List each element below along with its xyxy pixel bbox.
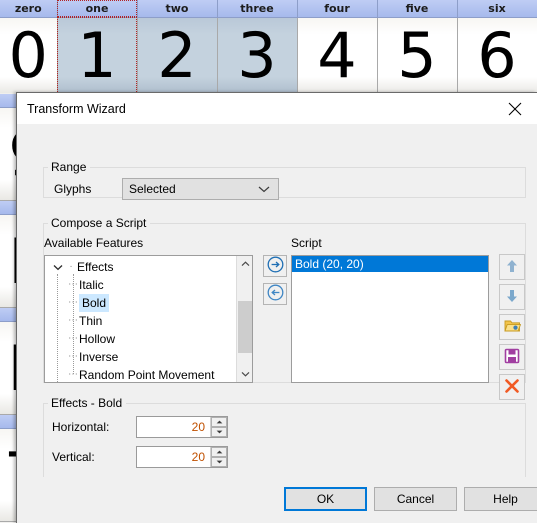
- glyphs-label: Glyphs: [54, 182, 92, 196]
- stepper-up-icon[interactable]: [211, 417, 227, 427]
- column-header-one[interactable]: one: [57, 0, 138, 18]
- column-header-row: zero one two three four five six: [0, 0, 537, 18]
- glyph-cell-5[interactable]: 5: [377, 17, 458, 95]
- row-header-K[interactable]: K: [0, 308, 16, 322]
- folder-open-icon: [503, 318, 521, 336]
- tree-item-label: Effects: [77, 260, 114, 274]
- vertical-stepper-buttons: [210, 447, 227, 467]
- glyph-cell-E[interactable]: E: [0, 215, 16, 308]
- tree-guide-line-child: [73, 274, 74, 374]
- tree-connector: ·: [69, 261, 73, 272]
- tree-item-label: Thin: [79, 314, 103, 328]
- chevron-down-icon[interactable]: [51, 264, 65, 271]
- tree-guide-line: [57, 274, 58, 382]
- dialog-title: Transform Wizard: [27, 101, 126, 116]
- effects-bold-legend: Effects - Bold: [51, 396, 123, 410]
- vertical-label: Vertical:: [52, 450, 95, 464]
- transfer-buttons: [263, 255, 287, 311]
- dialog-body: Range Glyphs Selected Compose a Script A…: [17, 124, 537, 523]
- cancel-button[interactable]: Cancel: [374, 487, 457, 511]
- script-list[interactable]: Bold (20, 20): [291, 255, 489, 383]
- glyph-grid-left-sliver: nine 9 E E K K T T: [0, 94, 16, 523]
- row-header-nine[interactable]: nine: [0, 94, 16, 108]
- tree-item-label: Bold: [79, 294, 110, 312]
- script-list-label: Script: [291, 236, 322, 250]
- glyph-cell-3[interactable]: 3: [217, 17, 298, 95]
- arrow-down-icon: [504, 288, 520, 307]
- move-up-button[interactable]: [499, 254, 525, 280]
- add-to-script-button[interactable]: [263, 255, 287, 277]
- stepper-down-icon[interactable]: [211, 457, 227, 467]
- scroll-thumb[interactable]: [238, 301, 252, 353]
- dialog-footer: OK Cancel Help: [17, 477, 537, 523]
- horizontal-stepper-buttons: [210, 417, 227, 437]
- glyphs-select[interactable]: Selected: [122, 178, 279, 200]
- x-delete-icon: [504, 378, 520, 397]
- tree-item-label: Inverse: [79, 350, 119, 364]
- glyph-cell-2[interactable]: 2: [137, 17, 218, 95]
- help-button[interactable]: Help: [464, 487, 537, 511]
- chevron-down-icon: [258, 182, 270, 196]
- horizontal-stepper[interactable]: 20: [136, 416, 228, 438]
- glyph-grid-table: zero one two three four five six 0 1 2 3…: [0, 0, 537, 95]
- ok-button[interactable]: OK: [284, 487, 367, 511]
- row-header-E[interactable]: E: [0, 201, 16, 215]
- column-header-three[interactable]: three: [217, 0, 298, 18]
- tree-item-effects[interactable]: · Effects: [45, 258, 252, 276]
- tree-item-label: Random Point Movement: [79, 368, 215, 382]
- arrow-up-icon: [504, 258, 520, 277]
- scroll-up-icon[interactable]: [237, 256, 252, 272]
- vertical-stepper[interactable]: 20: [136, 446, 228, 468]
- script-action-buttons: [499, 254, 525, 404]
- glyph-cell-1[interactable]: 1: [57, 17, 138, 95]
- stepper-up-icon[interactable]: [211, 447, 227, 457]
- transform-wizard-dialog: Transform Wizard Range Glyphs Selected C…: [16, 92, 537, 523]
- range-group: Range Glyphs Selected: [43, 160, 526, 200]
- dialog-titlebar[interactable]: Transform Wizard: [17, 93, 537, 124]
- column-header-two[interactable]: two: [137, 0, 218, 18]
- glyph-cell-K[interactable]: K: [0, 322, 16, 415]
- move-down-button[interactable]: [499, 284, 525, 310]
- glyph-cell-6[interactable]: 6: [457, 17, 537, 95]
- vertical-value[interactable]: 20: [137, 450, 210, 464]
- horizontal-value[interactable]: 20: [137, 420, 210, 434]
- glyph-cell-T[interactable]: T: [0, 429, 16, 522]
- horizontal-label: Horizontal:: [52, 420, 110, 434]
- tree-item-italic[interactable]: ⋯ Italic: [45, 276, 252, 294]
- row-header-T[interactable]: T: [0, 415, 16, 429]
- tree-item-hollow[interactable]: ⋯ Hollow: [45, 330, 252, 348]
- glyph-cell-4[interactable]: 4: [297, 17, 378, 95]
- column-header-zero[interactable]: zero: [0, 0, 58, 18]
- tree-item-thin[interactable]: ⋯ Thin: [45, 312, 252, 330]
- tree-items: · Effects ⋯ Italic ⋯ Bold ⋯ Thin ⋯ Hollo…: [45, 256, 252, 382]
- glyphs-select-value: Selected: [129, 182, 176, 196]
- arrow-circle-left-icon: [267, 284, 284, 304]
- glyph-row: 0 1 2 3 4 5 6: [0, 17, 537, 95]
- script-list-item[interactable]: Bold (20, 20): [292, 256, 488, 272]
- arrow-circle-right-icon: [267, 256, 284, 276]
- tree-item-inverse[interactable]: ⋯ Inverse: [45, 348, 252, 366]
- column-header-four[interactable]: four: [297, 0, 378, 18]
- scroll-down-icon[interactable]: [237, 366, 252, 382]
- tree-item-label: Italic: [79, 278, 104, 292]
- tree-item-bold[interactable]: ⋯ Bold: [45, 294, 252, 312]
- glyph-cell-nine[interactable]: 9: [0, 108, 16, 201]
- open-script-button[interactable]: [499, 314, 525, 340]
- compose-script-group: Compose a Script Available Features Scri…: [43, 216, 526, 400]
- floppy-save-icon: [504, 348, 520, 367]
- range-legend: Range: [51, 160, 87, 174]
- tree-scrollbar[interactable]: [236, 256, 252, 382]
- glyph-cell-0[interactable]: 0: [0, 17, 58, 95]
- compose-script-legend: Compose a Script: [51, 216, 147, 230]
- column-header-six[interactable]: six: [457, 0, 537, 18]
- remove-from-script-button[interactable]: [263, 283, 287, 305]
- column-header-five[interactable]: five: [377, 0, 458, 18]
- stepper-down-icon[interactable]: [211, 427, 227, 437]
- tree-item-random-point-movement[interactable]: ⋯ Random Point Movement: [45, 366, 252, 382]
- available-features-tree[interactable]: · Effects ⋯ Italic ⋯ Bold ⋯ Thin ⋯ Hollo…: [44, 255, 253, 383]
- available-features-label: Available Features: [44, 236, 144, 250]
- save-script-button[interactable]: [499, 344, 525, 370]
- tree-item-label: Hollow: [79, 332, 116, 346]
- close-icon[interactable]: [492, 94, 537, 124]
